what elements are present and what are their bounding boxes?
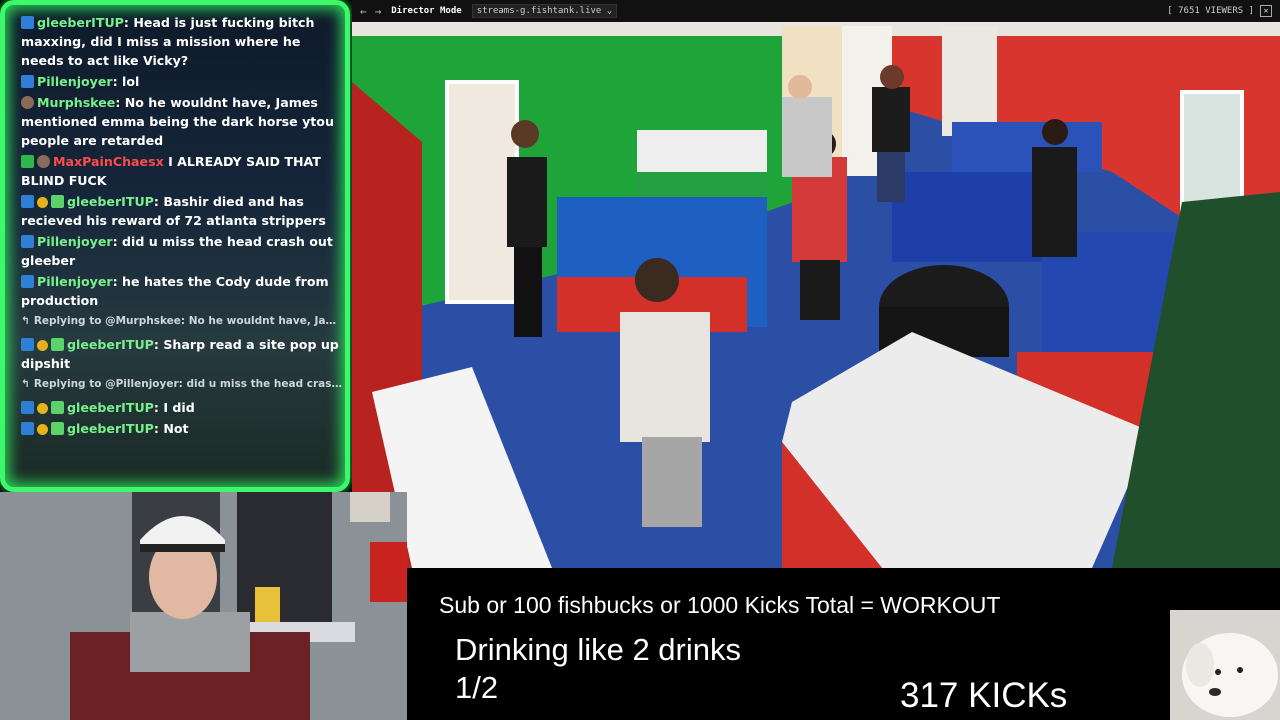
left-doorway — [445, 80, 519, 304]
chat-username[interactable]: gleeberITUP — [67, 421, 154, 436]
chat-message: MaxPainChaesx I ALREADY SAID THAT BLIND … — [21, 154, 321, 188]
reply-icon: ↰ — [21, 378, 30, 390]
chat-message: gleeberITUP: Bashir died and has recieve… — [21, 194, 326, 228]
drink-counter: 1/2 — [455, 670, 499, 705]
camera-feed — [352, 22, 1280, 568]
avatar-icon — [37, 155, 50, 168]
back-arrow-icon[interactable]: ← — [360, 5, 367, 18]
avatar-icon — [21, 96, 34, 109]
forward-arrow-icon[interactable]: → — [375, 5, 382, 18]
stream-overlay: Sub or 100 fishbucks or 1000 Kicks Total… — [407, 568, 1280, 720]
stream-select[interactable]: streams-g.fishtank.live ⌄ — [471, 4, 618, 18]
dog-photo — [1170, 610, 1280, 720]
chat-message: gleeberITUP: Sharp read a site pop up di… — [21, 337, 339, 371]
sub-badge-icon — [37, 424, 48, 435]
chat-username[interactable]: Pillenjoyer — [37, 274, 113, 289]
chat-username: gleeberITUP — [37, 15, 124, 30]
platform-icon — [21, 75, 34, 88]
chat-username[interactable]: gleeberITUP — [67, 194, 154, 209]
wall-paper — [350, 492, 390, 522]
right-top-bunk — [952, 122, 1102, 172]
webcam-scene — [0, 492, 407, 720]
platform-icon — [21, 16, 34, 29]
drinking-text: Drinking like 2 drinks — [455, 632, 741, 667]
kicks-counter: 317 KICKs — [900, 676, 1068, 715]
stream-toolbar: ← → Director Mode streams-g.fishtank.liv… — [352, 0, 1280, 22]
platform-icon — [21, 195, 34, 208]
chat-panel: gleeberITUP: Head is just fucking bitch … — [0, 0, 350, 492]
platform-icon — [21, 401, 34, 414]
reply-icon: ↰ — [21, 315, 30, 327]
chat-username[interactable]: MaxPainChaesx — [53, 154, 164, 169]
room-scene — [352, 22, 1280, 568]
chat-username[interactable]: Murphskee — [37, 95, 115, 110]
chat-username[interactable]: Pillenjoyer — [37, 234, 113, 249]
platform-icon — [21, 235, 34, 248]
chat-message: Pillenjoyer: did u miss the head crash o… — [21, 234, 333, 268]
gift-badge-icon — [51, 195, 64, 208]
red-can — [370, 542, 407, 602]
workout-goal-text: Sub or 100 fishbucks or 1000 Kicks Total… — [439, 592, 1001, 618]
chat-username[interactable]: gleeberITUP — [67, 337, 154, 352]
platform-icon — [21, 338, 34, 351]
snack-box — [255, 587, 280, 622]
gift-badge-icon — [51, 401, 64, 414]
right-doorway — [942, 26, 997, 136]
chat-message: gleeberITUP: Head is just fucking bitch — [21, 13, 343, 32]
badge-icon — [21, 155, 34, 168]
dragon-poster — [237, 492, 332, 622]
sub-badge-icon — [37, 403, 48, 414]
gift-badge-icon — [51, 338, 64, 351]
grey-hood — [130, 612, 250, 672]
platform-icon — [21, 275, 34, 288]
viewer-count: [ 7651 VIEWERS ] — [1167, 6, 1254, 16]
reply-context: ↰ Replying to @Murphskee: No he wouldnt h… — [21, 315, 343, 327]
platform-icon — [21, 422, 34, 435]
reply-context: ↰ Replying to @Pillenjoyer: did u miss th… — [21, 378, 343, 390]
chat-username[interactable]: gleeberITUP — [67, 400, 154, 415]
chat-message: gleeberITUP: Not — [21, 419, 343, 438]
chat-message: gleeberITUP: I did — [21, 398, 343, 417]
chat-username[interactable]: Pillenjoyer — [37, 74, 113, 89]
sub-badge-icon — [37, 340, 48, 351]
chat-message: Murphskee: No he wouldnt have, James men… — [21, 95, 334, 148]
gift-badge-icon — [51, 422, 64, 435]
sub-badge-icon — [37, 197, 48, 208]
chat-message: Pillenjoyer: he hates the Cody dude from… — [21, 274, 329, 308]
chat-message: Pillenjoyer: lol — [21, 72, 343, 91]
chat-message: maxxing, did I miss a mission where he n… — [21, 34, 301, 68]
director-mode-label[interactable]: Director Mode — [391, 6, 461, 16]
streamer-webcam — [0, 492, 407, 720]
close-icon[interactable]: ✕ — [1260, 5, 1272, 17]
chat-messages: gleeberITUP: Head is just fucking bitch … — [21, 15, 343, 440]
